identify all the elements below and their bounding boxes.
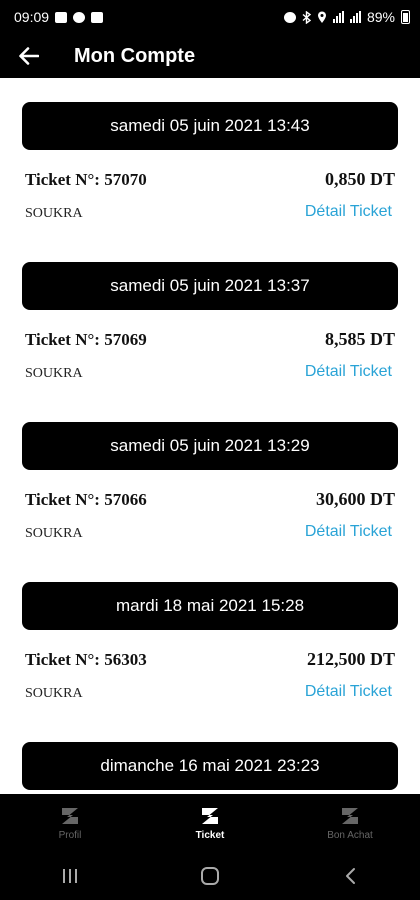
ticket-date-bar: dimanche 16 mai 2021 23:23 (22, 742, 398, 790)
ticket-detail-link[interactable]: Détail Ticket (305, 523, 392, 541)
ticket-amount: 30,600 DT (315, 489, 395, 509)
z-logo-icon (59, 805, 81, 827)
location-icon (317, 11, 326, 23)
ticket-date-bar: samedi 05 juin 2021 13:43 (22, 102, 398, 150)
ticket-location: SOUKRA (25, 206, 83, 221)
back-icon (346, 868, 355, 884)
bluetooth-icon (302, 10, 311, 24)
home-button[interactable] (180, 856, 240, 896)
wifi-icon (332, 11, 344, 23)
recent-apps-button[interactable] (40, 856, 100, 896)
ticket-number: Ticket N°: 56303 (25, 650, 147, 669)
alarm-icon (283, 11, 296, 23)
battery-icon (401, 10, 410, 24)
battery-percent: 89% (366, 9, 395, 25)
ticket-location: SOUKRA (25, 366, 83, 381)
z-logo-icon (339, 805, 361, 827)
ticket-number: Ticket N°: 57069 (25, 330, 147, 349)
status-time: 09:09 (14, 9, 50, 25)
nav-label: Bon Achat (327, 830, 373, 841)
ticket-amount: 0,850 DT (324, 169, 395, 189)
ticket-card: samedi 05 juin 2021 13:37 Ticket N°: 570… (0, 262, 420, 422)
ticket-location: SOUKRA (25, 526, 83, 541)
ticket-card: dimanche 16 mai 2021 23:23 (0, 742, 420, 794)
status-bar: 09:09 89% (0, 0, 420, 34)
nav-label: Ticket (195, 830, 225, 841)
ticket-card: samedi 05 juin 2021 13:29 Ticket N°: 570… (0, 422, 420, 582)
ticket-card: mardi 18 mai 2021 15:28 Ticket N°: 56303… (0, 582, 420, 742)
ticket-date-bar: samedi 05 juin 2021 13:29 (22, 422, 398, 470)
ticket-date-bar: mardi 18 mai 2021 15:28 (22, 582, 398, 630)
system-nav-bar (0, 852, 420, 900)
ticket-detail-link[interactable]: Détail Ticket (305, 683, 392, 701)
ticket-detail-link[interactable]: Détail Ticket (305, 203, 392, 221)
notification-icon (73, 11, 86, 23)
page-title: Mon Compte (74, 44, 196, 67)
mail-icon (91, 11, 104, 23)
image-icon (55, 11, 68, 23)
nav-item-profil[interactable]: Profil (0, 794, 140, 852)
system-back-button[interactable] (320, 856, 380, 896)
app-bar: Mon Compte (0, 34, 420, 78)
signal-icon (349, 11, 361, 23)
home-icon (201, 867, 219, 885)
ticket-amount: 8,585 DT (324, 329, 395, 349)
back-button[interactable] (0, 34, 58, 78)
status-right: 89% (283, 9, 410, 25)
ticket-list[interactable]: samedi 05 juin 2021 13:43 Ticket N°: 570… (0, 78, 420, 794)
ticket-card: samedi 05 juin 2021 13:43 Ticket N°: 570… (0, 102, 420, 262)
z-logo-icon (199, 805, 221, 827)
ticket-detail-link[interactable]: Détail Ticket (305, 363, 392, 381)
arrow-left-icon (19, 47, 39, 65)
ticket-location: SOUKRA (25, 686, 83, 701)
nav-item-ticket[interactable]: Ticket (140, 794, 280, 852)
ticket-amount: 212,500 DT (306, 649, 395, 669)
ticket-date-bar: samedi 05 juin 2021 13:37 (22, 262, 398, 310)
nav-label: Profil (58, 830, 82, 841)
status-left: 09:09 (14, 9, 104, 25)
nav-item-bon-achat[interactable]: Bon Achat (280, 794, 420, 852)
ticket-number: Ticket N°: 57066 (25, 490, 147, 509)
bottom-nav: Profil Ticket Bon Achat (0, 794, 420, 852)
recent-apps-icon (63, 869, 77, 883)
ticket-number: Ticket N°: 57070 (25, 170, 147, 189)
